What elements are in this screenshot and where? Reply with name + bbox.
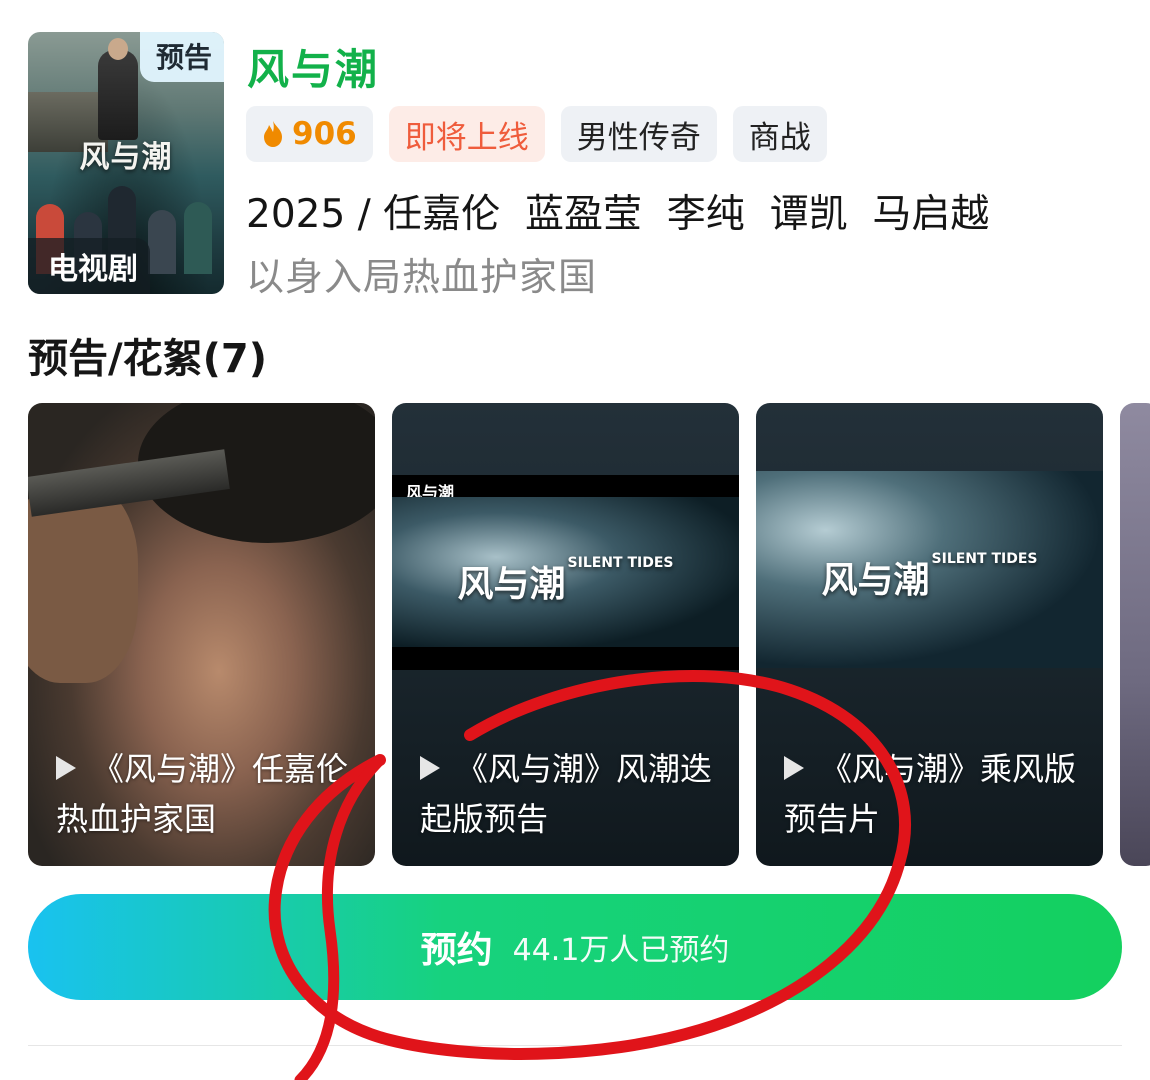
reserve-label: 预约 [420, 930, 493, 971]
play-icon [420, 756, 440, 780]
poster-type-badge: 电视剧 [28, 238, 150, 294]
thumbnail-subtitle: SILENT TIDES [931, 551, 1038, 567]
reserve-button[interactable]: 预约 44.1万人已预约 [28, 894, 1122, 1000]
trailer-card[interactable]: 《风与潮》任嘉伦热血护家国 [28, 403, 375, 866]
play-icon [784, 756, 804, 780]
thumbnail-title-text: 风与潮 [821, 559, 930, 601]
poster-trailer-badge: 预告 [139, 32, 224, 82]
flame-icon [264, 121, 282, 147]
trailer-caption-text: 《风与潮》任嘉伦热血护家国 [56, 750, 349, 838]
show-poster[interactable]: 风与潮 预告 电视剧 [28, 32, 224, 294]
tag-upcoming[interactable]: 即将上线 [388, 106, 545, 162]
show-slogan: 以身入局热血护家国 [246, 255, 598, 299]
thumbnail-title-text: 风与潮 [457, 563, 566, 605]
poster-title-art: 风与潮 [79, 140, 173, 175]
thumbnail-title: 风与潮 SILENT TIDES [392, 555, 739, 607]
card-thumbnail: 风与潮 SILENT TIDES [756, 471, 1103, 668]
trailer-caption: 《风与潮》任嘉伦热血护家国 [56, 744, 355, 844]
trailer-card[interactable]: 风与潮 SILENT TIDES 《风与潮》乘风版预告片 [756, 403, 1103, 866]
tag-genre[interactable]: 男性传奇 [560, 106, 717, 162]
trailer-caption-text: 《风与潮》风潮迭起版预告 [420, 750, 713, 838]
tag-business-war[interactable]: 商战 [732, 106, 827, 162]
card-thumbnail: 风与潮 风与潮 SILENT TIDES [392, 475, 739, 670]
thumbnail-title: 风与潮 SILENT TIDES [756, 551, 1103, 603]
poster-person [148, 210, 176, 274]
divider [28, 1045, 1122, 1046]
reserve-count: 44.1万人已预约 [512, 933, 730, 968]
trailers-section-title: 预告/花絮(7) [28, 336, 268, 382]
play-icon [56, 756, 76, 780]
year-and-cast: 2025 / 任嘉伦 蓝盈莹 李纯 谭凯 马启越 [246, 192, 990, 237]
thumbnail-subtitle: SILENT TIDES [567, 555, 674, 571]
trailer-caption: 《风与潮》风潮迭起版预告 [420, 744, 719, 844]
tag-row: 906 即将上线 男性传奇 商战 [246, 106, 827, 162]
trailer-card[interactable]: 风与潮 风与潮 SILENT TIDES 《风与潮》风潮迭起版预告 [392, 403, 739, 866]
trailer-caption-text: 《风与潮》乘风版预告片 [784, 750, 1077, 838]
trailer-caption: 《风与潮》乘风版预告片 [784, 744, 1083, 844]
heat-tag[interactable]: 906 [246, 106, 373, 162]
poster-person [184, 202, 212, 274]
show-title[interactable]: 风与潮 [247, 36, 379, 97]
poster-figure [98, 50, 138, 140]
poster-figure-head [108, 38, 128, 60]
heat-value: 906 [292, 116, 357, 152]
trailer-card-partial[interactable] [1120, 403, 1150, 866]
